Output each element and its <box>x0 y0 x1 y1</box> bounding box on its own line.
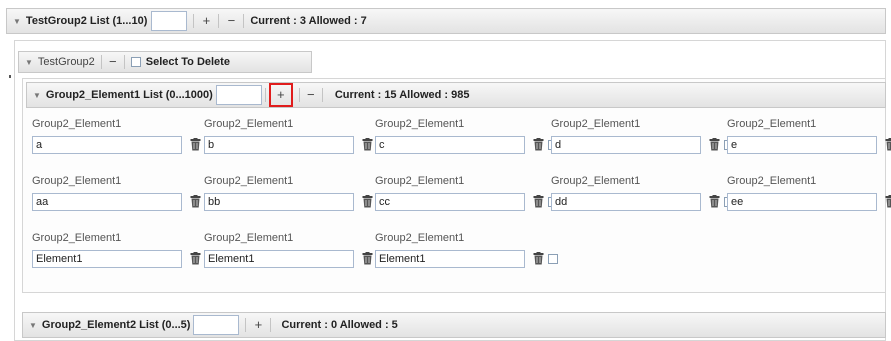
element1-field: Group2_Element1d <box>551 118 734 164</box>
field-label: Group2_Element1 <box>204 175 294 187</box>
testgroup2-item-title: TestGroup2 <box>37 56 95 68</box>
group2-element1-list-title: Group2_Element1 List (0...1000) <box>45 89 213 101</box>
select-to-delete-label: Select To Delete <box>145 56 230 68</box>
element1-input[interactable]: ee <box>727 193 877 211</box>
element1-input[interactable]: e <box>727 136 877 154</box>
divider <box>245 318 247 332</box>
divider <box>218 14 220 28</box>
trash-icon[interactable] <box>190 138 201 151</box>
collapse-chevron-icon[interactable]: ▼ <box>29 321 37 330</box>
trash-icon[interactable] <box>533 195 544 208</box>
element1-field: Group2_Element1e <box>727 118 891 164</box>
testgroup2-list-title: TestGroup2 List (1...10) <box>25 15 148 27</box>
group2-element1-status: Current : 15 Allowed : 985 <box>334 89 470 101</box>
add-element2-button[interactable]: + <box>252 318 264 332</box>
element1-input[interactable]: b <box>204 136 354 154</box>
field-label: Group2_Element1 <box>375 232 465 244</box>
collapse-chevron-icon[interactable]: ▼ <box>25 58 33 67</box>
trash-icon[interactable] <box>709 195 720 208</box>
element1-field: Group2_Element1 Element1 <box>375 232 558 278</box>
element1-field: Group2_Element1b <box>204 118 387 164</box>
divider <box>123 55 125 69</box>
element1-input[interactable]: aa <box>32 193 182 211</box>
trash-icon[interactable] <box>885 138 891 151</box>
element1-input[interactable]: c <box>375 136 525 154</box>
divider <box>298 88 300 102</box>
element1-field: Group2_Element1ee <box>727 175 891 221</box>
trash-icon[interactable] <box>709 138 720 151</box>
field-label: Group2_Element1 <box>204 118 294 130</box>
field-label: Group2_Element1 <box>727 118 817 130</box>
element1-field: Group2_Element1 Element1 <box>204 232 387 278</box>
collapse-chevron-icon[interactable]: ▼ <box>13 17 21 26</box>
trash-icon[interactable] <box>362 195 373 208</box>
trash-icon[interactable] <box>362 138 373 151</box>
element1-input[interactable]: cc <box>375 193 525 211</box>
trash-icon[interactable] <box>533 138 544 151</box>
testgroup2-status: Current : 3 Allowed : 7 <box>250 15 367 27</box>
element1-input[interactable]: Element1 <box>204 250 354 268</box>
field-label: Group2_Element1 <box>727 175 817 187</box>
remove-element1-button[interactable]: − <box>306 88 316 102</box>
element1-field: Group2_Element1bb <box>204 175 387 221</box>
group2-element2-list-bar: ▼ Group2_Element2 List (0...5) + Current… <box>22 312 886 338</box>
element1-input[interactable]: bb <box>204 193 354 211</box>
remove-testgroup2-button[interactable]: − <box>225 14 237 28</box>
element1-input[interactable]: Element1 <box>375 250 525 268</box>
divider <box>243 14 245 28</box>
divider <box>264 88 266 102</box>
divider <box>100 55 102 69</box>
add-element1-button[interactable]: + <box>268 83 293 107</box>
trash-icon[interactable] <box>885 195 891 208</box>
element1-input[interactable]: a <box>32 136 182 154</box>
field-label: Group2_Element1 <box>375 175 465 187</box>
element1-field: Group2_Element1a <box>32 118 215 164</box>
field-label: Group2_Element1 <box>551 118 641 130</box>
divider <box>193 14 195 28</box>
group2-element1-count-input[interactable] <box>215 85 262 105</box>
field-label: Group2_Element1 <box>32 175 122 187</box>
collapse-chevron-icon[interactable]: ▼ <box>33 91 41 100</box>
field-label: Group2_Element1 <box>551 175 641 187</box>
trash-icon[interactable] <box>190 195 201 208</box>
trash-icon[interactable] <box>533 252 544 265</box>
group2-element2-count-input[interactable] <box>193 315 240 335</box>
marker-dot <box>9 75 11 78</box>
add-testgroup2-button[interactable]: + <box>200 14 212 28</box>
element1-input[interactable]: Element1 <box>32 250 182 268</box>
element1-field: Group2_Element1c <box>375 118 558 164</box>
select-checkbox[interactable] <box>548 254 558 264</box>
element1-field: Group2_Element1 Element1 <box>32 232 215 278</box>
element1-field: Group2_Element1dd <box>551 175 734 221</box>
select-to-delete-checkbox[interactable] <box>130 57 141 67</box>
field-label: Group2_Element1 <box>375 118 465 130</box>
group2-element2-list-title: Group2_Element2 List (0...5) <box>41 319 191 331</box>
divider <box>321 88 323 102</box>
element1-input[interactable]: dd <box>551 193 701 211</box>
testgroup2-item-bar: ▼ TestGroup2 − Select To Delete <box>18 51 312 73</box>
field-label: Group2_Element1 <box>32 232 122 244</box>
trash-icon[interactable] <box>362 252 373 265</box>
element1-field: Group2_Element1cc <box>375 175 558 221</box>
element1-input[interactable]: d <box>551 136 701 154</box>
element1-field: Group2_Element1aa <box>32 175 215 221</box>
group2-element1-list-bar: ▼ Group2_Element1 List (0...1000) + − Cu… <box>26 82 886 108</box>
remove-group-item-button[interactable]: − <box>108 55 118 69</box>
field-label: Group2_Element1 <box>32 118 122 130</box>
trash-icon[interactable] <box>190 252 201 265</box>
testgroup2-list-bar: ▼ TestGroup2 List (1...10) + − Current :… <box>6 8 886 34</box>
divider <box>270 318 272 332</box>
group2-element2-status: Current : 0 Allowed : 5 <box>281 319 398 331</box>
testgroup2-count-input[interactable] <box>151 11 188 31</box>
field-label: Group2_Element1 <box>204 232 294 244</box>
